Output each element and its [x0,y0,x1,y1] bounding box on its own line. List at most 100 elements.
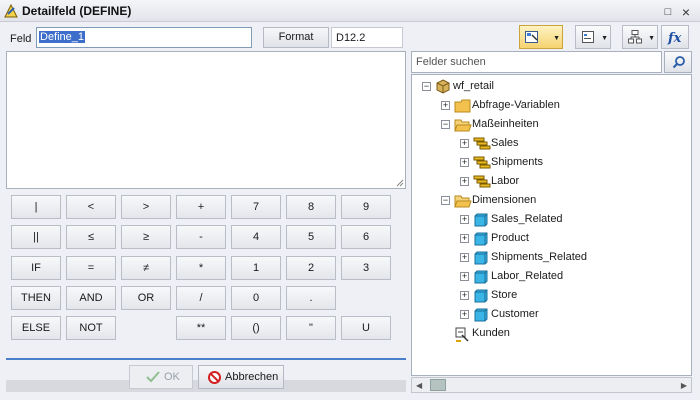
collapse-icon[interactable]: − [441,196,450,205]
keypad-key[interactable]: - [176,225,226,249]
keypad-key[interactable]: ** [176,316,226,340]
keypad-key[interactable]: ≠ [121,256,171,280]
horizontal-scrollbar[interactable]: ◀ ▶ [411,377,692,393]
expression-textarea[interactable] [6,51,406,189]
app-icon [4,3,18,18]
dimension-icon [473,269,489,288]
scroll-right-icon[interactable]: ▶ [681,381,687,390]
keypad-key[interactable]: > [121,195,171,219]
restore-button[interactable]: □ [661,4,675,18]
keypad-key[interactable]: 1 [231,256,281,280]
tree-node-label: Dimensionen [472,194,537,206]
keypad-key[interactable]: / [176,286,226,310]
dimension-icon [473,288,489,307]
divider [6,358,406,360]
folder-open-icon [454,117,472,136]
expand-icon[interactable]: + [460,310,469,319]
keypad-key[interactable]: AND [66,286,116,310]
tree-node-abfrage-variablen[interactable]: + Abfrage-Variablen [412,98,691,114]
keypad-key[interactable]: 5 [286,225,336,249]
collapse-icon[interactable]: − [441,120,450,129]
keypad-key[interactable]: ELSE [11,316,61,340]
expand-icon[interactable]: + [460,272,469,281]
keypad-key[interactable]: 0 [231,286,281,310]
keypad-key[interactable]: NOT [66,316,116,340]
search-icon [672,56,685,69]
field-name-input[interactable]: Define_1 [36,27,252,48]
tree-node-dimensionen[interactable]: − Dimensionen [412,193,691,209]
tree-node-ma-einheiten[interactable]: − Maßeinheiten [412,117,691,133]
tree-node-shipments[interactable]: + Shipments [412,155,691,171]
keypad-key[interactable]: || [11,225,61,249]
search-button[interactable] [664,51,692,73]
keypad-key[interactable]: 6 [341,225,391,249]
keypad-key[interactable]: * [176,256,226,280]
keypad-key[interactable]: THEN [11,286,61,310]
tree-node-labor[interactable]: + Labor [412,174,691,190]
tree-view-button[interactable]: ▼ [622,25,658,49]
tree-node-label: Shipments_Related [491,251,588,263]
field-search-input[interactable]: Felder suchen [411,51,662,73]
define-field-icon [454,326,470,345]
keypad-key[interactable]: " [286,316,336,340]
chevron-down-icon: ▼ [601,35,608,42]
cancel-button[interactable]: Abbrechen [198,365,284,389]
expand-icon[interactable]: + [460,291,469,300]
measure-group-icon [473,155,491,174]
keypad-key[interactable]: + [176,195,226,219]
close-button[interactable]: × [679,4,693,19]
keypad-key[interactable]: 8 [286,195,336,219]
field-list-view-button[interactable]: ▼ [519,25,563,49]
tree-node-label: Shipments [491,156,543,168]
tree-node-store[interactable]: + Store [412,288,691,304]
tree-node-wf-retail[interactable]: − wf_retail [412,79,691,95]
tree-node-label: Customer [491,308,539,320]
keypad-key[interactable]: | [11,195,61,219]
expand-icon[interactable]: + [460,215,469,224]
expand-icon[interactable]: + [441,101,450,110]
expand-icon[interactable]: + [460,234,469,243]
keypad-key[interactable]: 9 [341,195,391,219]
tree-node-customer[interactable]: + Customer [412,307,691,323]
keypad-key[interactable]: = [66,256,116,280]
keypad-key[interactable]: IF [11,256,61,280]
cancel-icon [208,371,221,384]
keypad-key[interactable]: ≥ [121,225,171,249]
resize-grip-icon[interactable] [396,179,404,187]
keypad-key[interactable]: 2 [286,256,336,280]
tree-node-label: Labor [491,175,520,187]
keypad-key[interactable]: 4 [231,225,281,249]
format-input[interactable]: D12.2 [331,27,403,48]
tree-node-kunden[interactable]: Kunden [412,326,691,342]
tree-node-label: Store [491,289,518,301]
field-name-value: Define_1 [39,31,86,43]
expand-icon[interactable]: + [460,177,469,186]
tree-node-label: Labor_Related [491,270,564,282]
expand-icon[interactable]: + [460,139,469,148]
scrollbar-thumb[interactable] [430,379,446,391]
tree-node-shipments-related[interactable]: + Shipments_Related [412,250,691,266]
tree-node-label: Product [491,232,529,244]
collapse-icon[interactable]: − [422,82,431,91]
list-view-button[interactable]: ▼ [575,25,611,49]
tree-node-product[interactable]: + Product [412,231,691,247]
tree-node-labor-related[interactable]: + Labor_Related [412,269,691,285]
expand-icon[interactable]: + [460,253,469,262]
tree-node-sales-related[interactable]: + Sales_Related [412,212,691,228]
keypad-key[interactable]: OR [121,286,171,310]
keypad-key[interactable]: U [341,316,391,340]
function-button[interactable]: fx [661,25,689,49]
scroll-left-icon[interactable]: ◀ [416,381,422,390]
keypad-key[interactable]: 3 [341,256,391,280]
keypad-key[interactable]: . [286,286,336,310]
keypad-key[interactable]: ≤ [66,225,116,249]
format-button[interactable]: Format [263,27,329,48]
dimension-icon [473,307,489,326]
tree-node-sales[interactable]: + Sales [412,136,691,152]
keypad-key[interactable]: < [66,195,116,219]
tree-node-label: Maßeinheiten [472,118,539,130]
keypad-key[interactable]: 7 [231,195,281,219]
expand-icon[interactable]: + [460,158,469,167]
keypad-key[interactable]: () [231,316,281,340]
ok-button[interactable]: OK [129,365,193,389]
